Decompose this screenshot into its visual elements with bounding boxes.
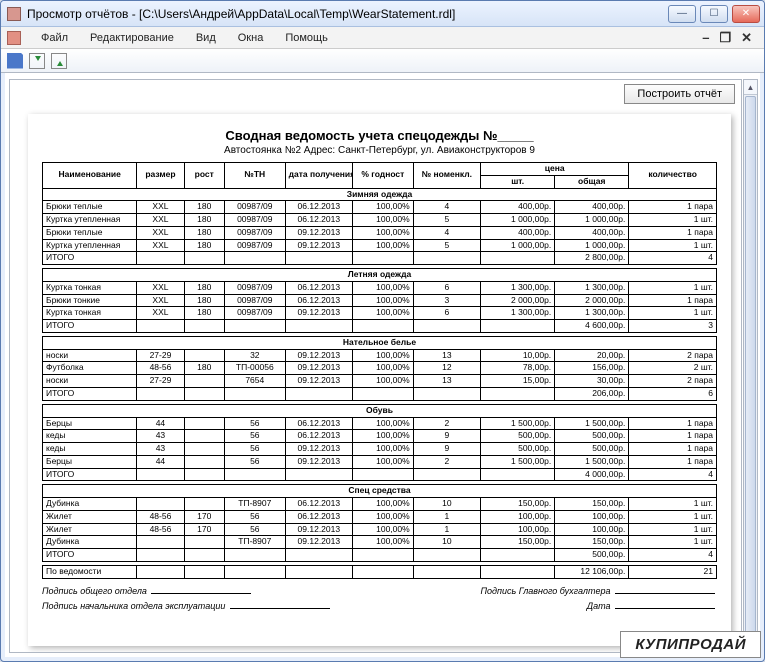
table-row: Жилет48-561705609.12.2013100,00%1100,00р…	[43, 523, 717, 536]
section-header: Зимняя одежда	[43, 188, 717, 201]
section-total: ИТОГО2 800,00р.4	[43, 252, 717, 265]
hdr-nomen: № номенкл.	[413, 163, 480, 189]
scroll-thumb[interactable]	[745, 96, 756, 636]
table-body: Зимняя одеждаБрюки теплыеXXL18000987/090…	[43, 188, 717, 578]
section-header: Обувь	[43, 404, 717, 417]
hdr-tn: №ТН	[224, 163, 285, 189]
menu-edit[interactable]: Редактирование	[80, 30, 184, 46]
section-header: Нательное белье	[43, 336, 717, 349]
close-button[interactable]: ✕	[732, 5, 760, 23]
sig-accountant: Подпись Главного бухгалтера	[481, 586, 611, 596]
hdr-price-total: общая	[555, 175, 629, 188]
table-row: носки27-29765409.12.2013100,00%1315,00р.…	[43, 375, 717, 388]
app-window: Просмотр отчётов - [C:\Users\Андрей\AppD…	[0, 0, 765, 662]
section-total: ИТОГО500,00р.4	[43, 549, 717, 562]
build-report-button[interactable]: Построить отчёт	[624, 84, 735, 104]
table-row: кеды435609.12.2013100,00%9500,00р.500,00…	[43, 443, 717, 456]
hdr-height: рост	[184, 163, 224, 189]
sig-head: Подпись начальника отдела эксплуатации	[42, 601, 225, 611]
import-icon[interactable]	[29, 53, 45, 69]
signatures: Подпись общего отдела Подпись Главного б…	[42, 585, 717, 611]
report-table: Наименование размер рост №ТН дата получе…	[42, 162, 717, 579]
export-icon[interactable]	[51, 53, 67, 69]
table-row: Куртка тонкаяXXL18000987/0909.12.2013100…	[43, 307, 717, 320]
app-icon	[7, 7, 21, 21]
grand-total: По ведомости12 106,00р.21	[43, 565, 717, 578]
watermark: КУПИПРОДАЙ	[620, 631, 761, 658]
section-total: ИТОГО4 000,00р.4	[43, 468, 717, 481]
table-row: Куртка тонкаяXXL18000987/0906.12.2013100…	[43, 281, 717, 294]
table-row: Брюки тонкиеXXL18000987/0906.12.2013100,…	[43, 294, 717, 307]
table-row: Берцы445609.12.2013100,00%21 500,00р.1 5…	[43, 455, 717, 468]
table-row: носки27-293209.12.2013100,00%1310,00р.20…	[43, 349, 717, 362]
titlebar: Просмотр отчётов - [C:\Users\Андрей\AppD…	[1, 1, 764, 27]
table-row: ДубинкаТП-890706.12.2013100,00%10150,00р…	[43, 498, 717, 511]
menu-file[interactable]: Файл	[31, 30, 78, 46]
save-icon[interactable]	[7, 53, 23, 69]
window-title: Просмотр отчётов - [C:\Users\Андрей\AppD…	[27, 7, 668, 21]
section-header: Спец средства	[43, 485, 717, 498]
mdi-controls: – ❐ ✕	[702, 30, 758, 46]
mdi-minimize[interactable]: –	[702, 30, 709, 46]
table-row: Берцы445606.12.2013100,00%21 500,00р.1 5…	[43, 417, 717, 430]
table-row: Футболка48-56180ТП-0005609.12.2013100,00…	[43, 362, 717, 375]
maximize-button[interactable]: ☐	[700, 5, 728, 23]
scroll-up-icon[interactable]: ▲	[744, 80, 757, 95]
hdr-price: цена	[481, 163, 629, 176]
table-header: Наименование размер рост №ТН дата получе…	[43, 163, 717, 189]
table-row: Жилет48-561705606.12.2013100,00%1100,00р…	[43, 510, 717, 523]
table-row: Куртка утепленнаяXXL18000987/0909.12.201…	[43, 239, 717, 252]
minimize-button[interactable]: —	[668, 5, 696, 23]
menu-window[interactable]: Окна	[228, 30, 274, 46]
menu-view[interactable]: Вид	[186, 30, 226, 46]
hdr-qty: количество	[629, 163, 717, 189]
table-row: кеды435606.12.2013100,00%9500,00р.500,00…	[43, 430, 717, 443]
vertical-scrollbar[interactable]: ▲ ▼	[743, 79, 758, 653]
report-subtitle: Автостоянка №2 Адрес: Санкт-Петербург, у…	[42, 145, 717, 156]
window-controls: — ☐ ✕	[668, 5, 760, 23]
hdr-size: размер	[137, 163, 184, 189]
menubar: Файл Редактирование Вид Окна Помощь – ❐ …	[1, 27, 764, 49]
form-icon	[7, 31, 21, 45]
report-title: Сводная ведомость учета спецодежды №____…	[42, 128, 717, 143]
hdr-date: дата получения	[285, 163, 352, 189]
report-page: Сводная ведомость учета спецодежды №____…	[28, 114, 731, 646]
toolbar	[1, 49, 764, 73]
sig-dept: Подпись общего отдела	[42, 586, 147, 596]
table-row: Брюки теплыеXXL18000987/0909.12.2013100,…	[43, 226, 717, 239]
hdr-price-unit: шт.	[481, 175, 555, 188]
table-row: Брюки теплыеXXL18000987/0906.12.2013100,…	[43, 201, 717, 214]
report-area: Построить отчёт Сводная ведомость учета …	[9, 79, 742, 653]
menu-help[interactable]: Помощь	[275, 30, 338, 46]
mdi-restore[interactable]: ❐	[719, 30, 731, 46]
sig-date: Дата	[587, 601, 611, 611]
table-row: Куртка утепленнаяXXL18000987/0906.12.201…	[43, 214, 717, 227]
mdi-close[interactable]: ✕	[741, 30, 752, 46]
section-total: ИТОГО206,00р.6	[43, 388, 717, 401]
section-total: ИТОГО4 600,00р.3	[43, 320, 717, 333]
table-row: ДубинкаТП-890709.12.2013100,00%10150,00р…	[43, 536, 717, 549]
hdr-pct: % годност	[353, 163, 414, 189]
section-header: Летняя одежда	[43, 269, 717, 282]
hdr-name: Наименование	[43, 163, 137, 189]
